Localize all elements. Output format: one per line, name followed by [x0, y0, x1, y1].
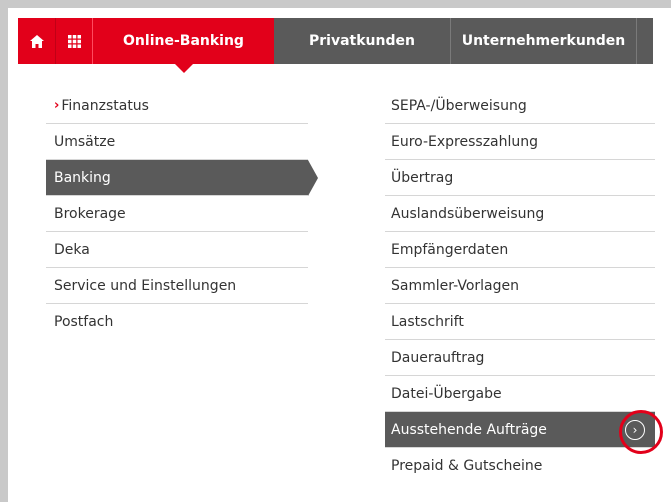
tab-more[interactable]	[637, 18, 653, 64]
submenu-item-label: Übertrag	[391, 169, 454, 186]
menu-item-banking[interactable]: Banking	[46, 160, 318, 196]
tab-privatkunden-label: Privatkunden	[309, 33, 415, 49]
menu-item-label: Deka	[54, 241, 90, 258]
tab-privatkunden[interactable]: Privatkunden	[274, 18, 451, 64]
submenu-item-datei-uebergabe[interactable]: Datei-Übergabe	[385, 376, 655, 412]
menu-item-brokerage[interactable]: Brokerage	[46, 196, 308, 232]
submenu-item-label: SEPA-/Überweisung	[391, 97, 527, 114]
submenu-item-sepa-ueberweisung[interactable]: SEPA-/Überweisung	[385, 88, 655, 124]
submenu-item-ausstehende-auftraege[interactable]: Ausstehende Aufträge ›	[385, 412, 655, 448]
apps-grid-button[interactable]	[56, 18, 92, 64]
menu-item-label: Umsätze	[54, 133, 116, 150]
tab-online-banking[interactable]: Online-Banking	[92, 18, 274, 73]
submenu-item-label: Prepaid & Gutscheine	[391, 458, 543, 474]
highlight-circle	[619, 410, 663, 454]
tab-online-banking-label: Online-Banking	[123, 33, 244, 49]
submenu-item-empfaengerdaten[interactable]: Empfängerdaten	[385, 232, 655, 268]
submenu-item-label: Lastschrift	[391, 313, 464, 330]
home-button[interactable]	[18, 18, 56, 64]
menu-item-label: Brokerage	[54, 205, 126, 222]
banking-submenu: SEPA-/Überweisung Euro-Expresszahlung Üb…	[385, 88, 655, 484]
top-navigation: Online-Banking Privatkunden Unternehmerk…	[18, 18, 653, 73]
menu-item-label: Finanzstatus	[61, 97, 149, 114]
submenu-item-uebertrag[interactable]: Übertrag	[385, 160, 655, 196]
menu-item-label: Postfach	[54, 314, 114, 330]
submenu-item-prepaid-gutscheine[interactable]: Prepaid & Gutscheine	[385, 448, 655, 484]
grid-icon	[67, 34, 81, 48]
menu-item-finanzstatus[interactable]: › Finanzstatus	[46, 88, 308, 124]
menu-item-postfach[interactable]: Postfach	[46, 304, 308, 340]
submenu-item-euro-expresszahlung[interactable]: Euro-Expresszahlung	[385, 124, 655, 160]
submenu-item-label: Datei-Übergabe	[391, 385, 502, 402]
submenu-item-auslandsueberweisung[interactable]: Auslandsüberweisung	[385, 196, 655, 232]
submenu-item-label: Euro-Expresszahlung	[391, 133, 539, 150]
submenu-item-sammler-vorlagen[interactable]: Sammler-Vorlagen	[385, 268, 655, 304]
menu-item-label: Banking	[54, 169, 111, 186]
menu-item-umsaetze[interactable]: Umsätze	[46, 124, 308, 160]
submenu-item-label: Ausstehende Aufträge	[391, 421, 547, 438]
submenu-item-label: Dauerauftrag	[391, 349, 485, 366]
submenu-item-lastschrift[interactable]: Lastschrift	[385, 304, 655, 340]
banking-category-menu: › Finanzstatus Umsätze Banking Brokerage…	[46, 88, 318, 340]
submenu-item-label: Empfängerdaten	[391, 241, 509, 258]
submenu-item-dauerauftrag[interactable]: Dauerauftrag	[385, 340, 655, 376]
submenu-item-label: Sammler-Vorlagen	[391, 277, 519, 294]
menu-item-label: Service und Einstellungen	[54, 277, 237, 294]
home-icon	[29, 34, 44, 48]
menu-item-deka[interactable]: Deka	[46, 232, 308, 268]
tab-unternehmerkunden-label: Unternehmerkunden	[461, 33, 626, 49]
menu-item-service-einstellungen[interactable]: Service und Einstellungen	[46, 268, 308, 304]
chevron-right-icon: ›	[54, 98, 60, 113]
tab-unternehmerkunden[interactable]: Unternehmerkunden	[451, 18, 637, 64]
submenu-item-label: Auslandsüberweisung	[391, 205, 545, 222]
